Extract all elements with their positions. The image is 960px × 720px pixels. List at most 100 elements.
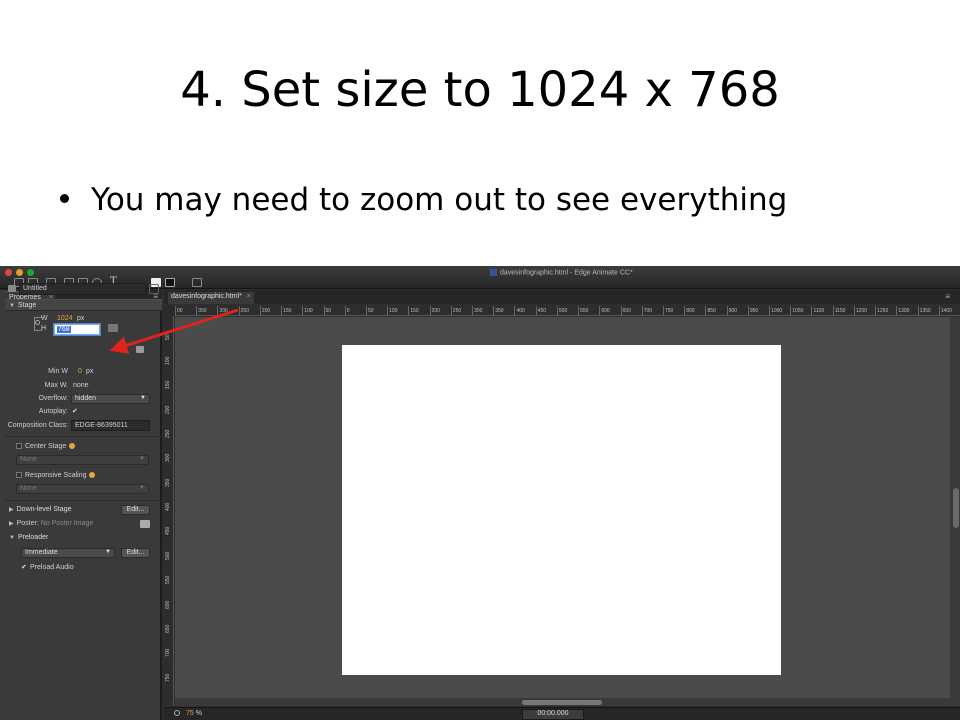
playhead-time[interactable]: 00:00.000 <box>522 709 584 720</box>
overflow-label: Overflow: <box>38 395 68 402</box>
max-w-label: Max W. <box>44 382 68 389</box>
zoom-icon[interactable] <box>174 710 180 716</box>
element-panel-icon[interactable] <box>192 278 202 287</box>
window-close-button[interactable] <box>5 269 12 276</box>
height-input[interactable]: 768 <box>54 324 100 335</box>
ruler-corner <box>164 306 175 316</box>
ruler-tick <box>599 306 601 316</box>
overflow-value: hidden <box>75 395 97 402</box>
ruler-tick <box>917 306 919 316</box>
ruler-tick <box>450 306 452 316</box>
stage-icon <box>8 285 16 292</box>
preloader-section-header[interactable]: ▼ Preloader <box>5 532 162 544</box>
symbol-name-field[interactable]: Untitled <box>19 283 146 295</box>
composition-class-label: Composition Class: <box>7 422 68 429</box>
responsive-scaling-value: None <box>20 485 37 492</box>
preloader-edit-button[interactable]: Edit... <box>121 548 150 558</box>
min-w-unit[interactable]: px <box>86 368 93 375</box>
window-title-text: davesinfographic.html - Edge Animate CC* <box>500 269 633 277</box>
chevron-down-icon: ▼ <box>139 485 145 491</box>
collapse-triangle-icon: ▼ <box>9 303 15 309</box>
autoplay-checkbox[interactable]: ✔ <box>72 407 78 415</box>
info-icon[interactable] <box>69 443 76 450</box>
ruler-tick <box>811 306 813 316</box>
ruler-tick <box>175 306 176 316</box>
window-zoom-button[interactable] <box>27 269 34 276</box>
horizontal-scrollbar-thumb[interactable] <box>522 700 602 705</box>
min-w-value[interactable]: 0 <box>78 368 82 375</box>
slide-bullet-text: You may need to zoom out to see everythi… <box>91 182 788 218</box>
preload-audio-label: Preload Audio <box>30 564 74 571</box>
link-dimensions-icon[interactable] <box>35 320 40 325</box>
down-level-edit-button[interactable]: Edit... <box>121 505 150 515</box>
ruler-tick-label: 450 <box>165 527 171 536</box>
ruler-tick <box>556 306 558 316</box>
zoom-unit: % <box>195 710 202 717</box>
ruler-tick-label: 300 <box>474 308 483 314</box>
preloader-dropdown[interactable]: Immediate ▼ <box>21 548 115 558</box>
ruler-tick <box>217 306 219 316</box>
ruler-tick <box>493 306 495 316</box>
poster-value: No Poster Image <box>40 520 94 527</box>
ruler-tick <box>344 306 346 316</box>
vertical-scrollbar-thumb[interactable] <box>953 488 959 528</box>
center-stage-checkbox[interactable] <box>16 443 22 449</box>
stage-section-label: Stage <box>17 302 37 309</box>
camera-icon[interactable] <box>140 520 150 528</box>
ruler-tick <box>620 306 622 316</box>
stage-section-header[interactable]: ▼ Stage <box>5 299 162 311</box>
ruler-tick-label: 650 <box>622 308 631 314</box>
ruler-tick-label: 1200 <box>855 308 868 314</box>
divider <box>5 436 162 437</box>
responsive-scaling-dropdown[interactable]: None ▼ <box>16 484 149 494</box>
width-unit[interactable]: px <box>77 315 84 322</box>
ruler-tick-label: 1050 <box>792 308 804 314</box>
zoom-level[interactable]: 75 % <box>186 710 202 717</box>
ruler-tick-label: 200 <box>261 308 271 314</box>
document-tab-label: davesinfographic.html* <box>171 293 242 300</box>
chevron-down-icon: ▼ <box>105 549 111 555</box>
composition-class-field[interactable]: EDGE-86395011 <box>71 420 150 431</box>
preload-audio-checkbox[interactable]: ✔ <box>21 563 27 571</box>
symbol-name-row: Untitled <box>5 282 162 296</box>
stage-canvas[interactable] <box>342 345 781 675</box>
ruler-tick-label: 200 <box>165 405 171 414</box>
background-color-swatch[interactable] <box>165 278 175 287</box>
ruler-tick-label: 900 <box>728 308 737 314</box>
ruler-tick <box>365 306 367 316</box>
ruler-tick <box>535 306 537 316</box>
width-value[interactable]: 1024 <box>57 315 73 322</box>
ruler-tick-label: 550 <box>580 308 589 314</box>
center-stage-dropdown[interactable]: None ▼ <box>16 455 149 465</box>
ruler-tick <box>259 306 261 316</box>
ruler-tick-label: 750 <box>165 673 171 682</box>
preloader-section-label: Preloader <box>17 534 49 541</box>
ruler-tick-label: 550 <box>165 575 171 585</box>
max-w-value[interactable]: none <box>73 382 89 389</box>
symbol-options-button[interactable] <box>149 284 159 294</box>
slide-bullet: You may need to zoom out to see everythi… <box>60 182 787 218</box>
responsive-scaling-checkbox[interactable] <box>16 472 22 478</box>
vertical-ruler[interactable]: 50 100 150 200 250 300 350 400 450 500 550 600 650 70… <box>164 316 174 706</box>
stage-color-swatch[interactable] <box>108 324 118 332</box>
tab-davesinfographic[interactable]: davesinfographic.html* × <box>168 292 254 304</box>
ruler-tick-label: 0 <box>346 308 350 314</box>
ruler-tick-label: 650 <box>165 624 171 633</box>
ruler-tick-label: 300 <box>165 453 171 463</box>
horizontal-ruler[interactable]: 00 350 300 250 200 150 100 50 0 50 100 150 200 250 300… <box>175 306 960 316</box>
overflow-dropdown[interactable]: hidden ▼ <box>71 394 150 404</box>
ruler-tick <box>896 306 898 316</box>
ruler-tick <box>790 306 792 316</box>
chevron-down-icon: ▼ <box>140 395 146 401</box>
ruler-tick-label: 50 <box>325 308 332 314</box>
panel-menu-icon[interactable]: ≡ <box>945 292 950 301</box>
responsive-scaling-label: Responsive Scaling <box>25 472 96 479</box>
ruler-tick <box>641 306 643 316</box>
info-icon[interactable] <box>89 472 96 479</box>
window-minimize-button[interactable] <box>16 269 23 276</box>
ruler-tick <box>429 306 431 316</box>
ruler-tick <box>832 306 834 316</box>
ruler-tick-label: 1300 <box>898 308 910 314</box>
tab-close-icon[interactable]: × <box>247 293 251 300</box>
ruler-tick <box>705 306 707 316</box>
